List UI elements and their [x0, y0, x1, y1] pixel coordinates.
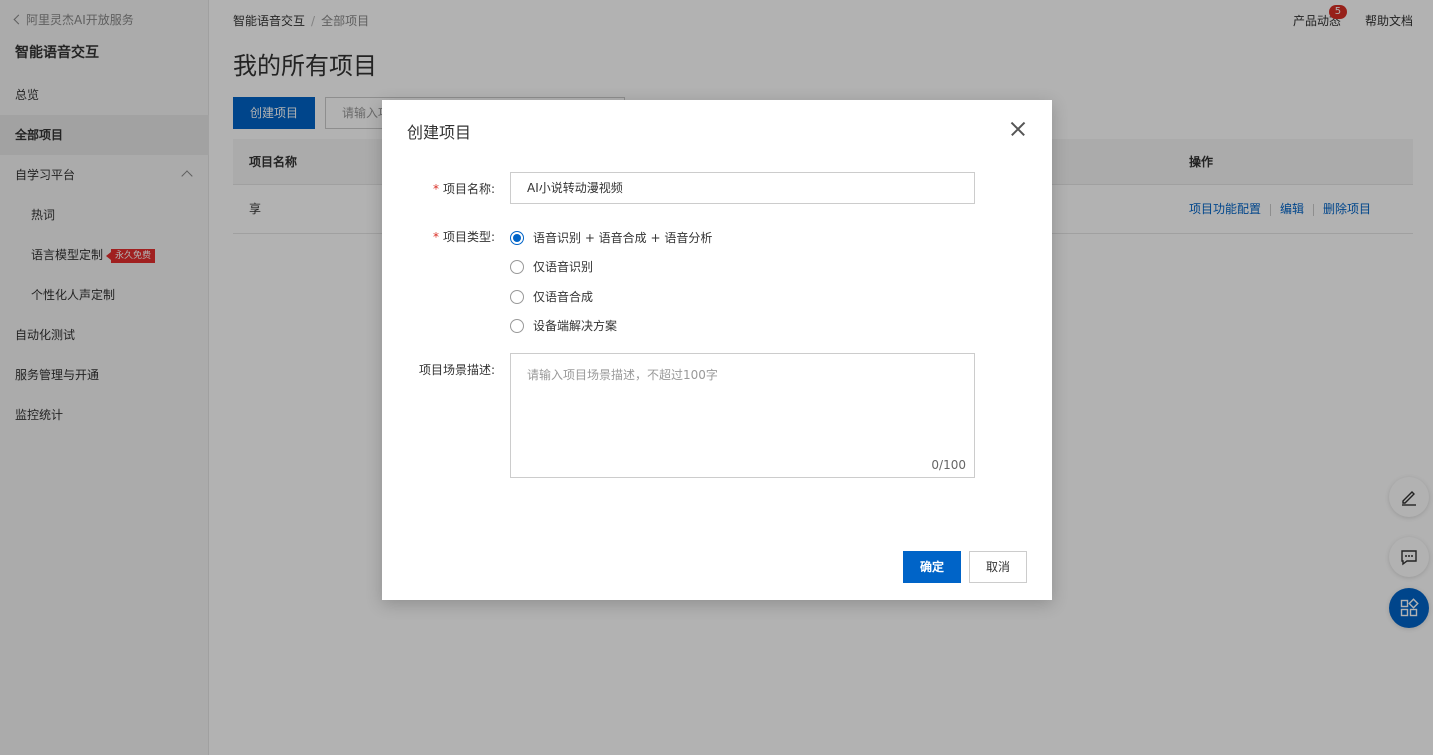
- radio-label: 设备端解决方案: [533, 319, 618, 333]
- project-name-label-text: 项目名称:: [442, 182, 495, 196]
- cancel-button[interactable]: 取消: [969, 551, 1027, 583]
- radio-label: 仅语音合成: [533, 290, 594, 304]
- description-placeholder: 请输入项目场景描述，不超过100字: [527, 368, 718, 382]
- project-name-input[interactable]: AI小说转动漫视频: [510, 172, 975, 204]
- char-counter: 0/100: [931, 458, 966, 472]
- radio-button-checked[interactable]: [510, 230, 524, 245]
- dialog-title: 创建项目: [407, 123, 472, 142]
- radio-label: 仅语音识别: [533, 260, 594, 274]
- confirm-button[interactable]: 确定: [903, 551, 961, 583]
- project-type-option-device[interactable]: 设备端解决方案: [510, 317, 617, 334]
- project-type-label: * 项目类型:: [382, 228, 495, 245]
- project-name-label: * 项目名称:: [382, 180, 495, 197]
- project-type-option-full[interactable]: 语音识别 + 语音合成 + 语音分析: [510, 229, 712, 246]
- create-project-dialog: 创建项目 * 项目名称: AI小说转动漫视频 * 项目类型: 语音识别 + 语音合成…: [382, 100, 1052, 600]
- required-mark: *: [432, 182, 439, 196]
- radio-button[interactable]: [510, 259, 524, 274]
- radio-button[interactable]: [510, 318, 524, 333]
- project-type-label-text: 项目类型:: [442, 230, 495, 244]
- radio-button[interactable]: [510, 289, 524, 304]
- project-description-textarea[interactable]: 请输入项目场景描述，不超过100字 0/100: [510, 353, 975, 478]
- close-icon[interactable]: [1006, 119, 1030, 139]
- required-mark: *: [432, 230, 439, 244]
- project-type-option-asr[interactable]: 仅语音识别: [510, 258, 593, 275]
- project-description-label: 项目场景描述:: [418, 363, 495, 377]
- project-type-option-tts[interactable]: 仅语音合成: [510, 288, 593, 305]
- radio-label: 语音识别 + 语音合成 + 语音分析: [533, 231, 713, 245]
